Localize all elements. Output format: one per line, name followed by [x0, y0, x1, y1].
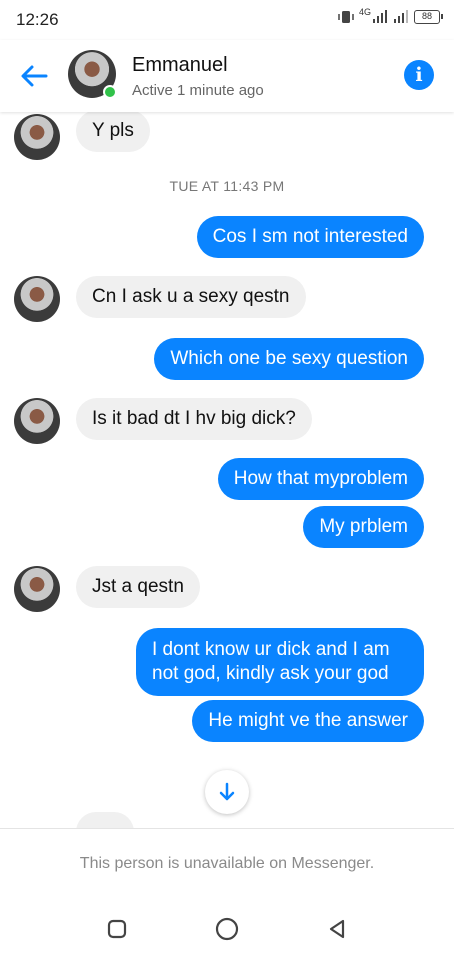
- incoming-message-bubble-partial[interactable]: [76, 812, 134, 828]
- incoming-message-bubble[interactable]: Y pls: [76, 112, 150, 152]
- unavailable-text: This person is unavailable on Messenger.: [79, 855, 375, 872]
- outgoing-message-bubble[interactable]: He might ve the answer: [192, 700, 424, 742]
- contact-active-status: Active 1 minute ago: [132, 82, 264, 99]
- sender-avatar[interactable]: [14, 276, 60, 322]
- back-nav-button[interactable]: [324, 916, 350, 942]
- system-navigation-bar: [0, 898, 454, 960]
- recents-square-icon: [107, 919, 127, 939]
- back-triangle-icon: [329, 919, 345, 939]
- recents-button[interactable]: [104, 916, 130, 942]
- message-timestamp: TUE AT 11:43 PM: [169, 178, 285, 194]
- sender-avatar[interactable]: [14, 398, 60, 444]
- info-icon: i: [415, 64, 423, 86]
- arrow-down-icon: [219, 782, 235, 801]
- scroll-to-bottom-button[interactable]: [205, 770, 249, 814]
- back-arrow-icon: [21, 65, 48, 87]
- home-button[interactable]: [214, 916, 240, 942]
- outgoing-message-bubble[interactable]: Cos I sm not interested: [196, 216, 424, 258]
- status-icons: 4G 88: [338, 7, 443, 24]
- signal-icon-secondary: [394, 10, 408, 23]
- message-list[interactable]: Y pls TUE AT 11:43 PM Cos I sm not inter…: [0, 112, 454, 828]
- sender-avatar[interactable]: [14, 566, 60, 612]
- status-bar: 12:26 4G 88: [0, 0, 454, 40]
- vibrate-icon: [338, 11, 354, 23]
- unavailable-notice: This person is unavailable on Messenger.: [0, 828, 454, 898]
- outgoing-message-bubble[interactable]: How that myproblem: [217, 458, 424, 500]
- home-circle-icon: [215, 917, 239, 941]
- signal-icon: [373, 10, 387, 23]
- back-button[interactable]: [16, 58, 52, 94]
- sender-avatar[interactable]: [14, 114, 60, 160]
- status-time: 12:26: [16, 10, 59, 29]
- battery-icon: 88: [414, 10, 443, 24]
- outgoing-message-bubble[interactable]: Which one be sexy question: [154, 338, 424, 380]
- incoming-message-bubble[interactable]: Cn I ask u a sexy qestn: [76, 276, 306, 318]
- info-button[interactable]: i: [404, 60, 434, 90]
- outgoing-message-bubble[interactable]: My prblem: [303, 506, 424, 548]
- network-type-label: 4G: [358, 7, 371, 17]
- conversation-header: Emmanuel Active 1 minute ago i: [0, 40, 454, 112]
- outgoing-message-bubble[interactable]: I dont know ur dick and I am not god, ki…: [136, 628, 424, 696]
- contact-name[interactable]: Emmanuel: [132, 54, 228, 77]
- online-status-indicator: [103, 85, 117, 99]
- incoming-message-bubble[interactable]: Jst a qestn: [76, 566, 200, 608]
- incoming-message-bubble[interactable]: Is it bad dt I hv big dick?: [76, 398, 312, 440]
